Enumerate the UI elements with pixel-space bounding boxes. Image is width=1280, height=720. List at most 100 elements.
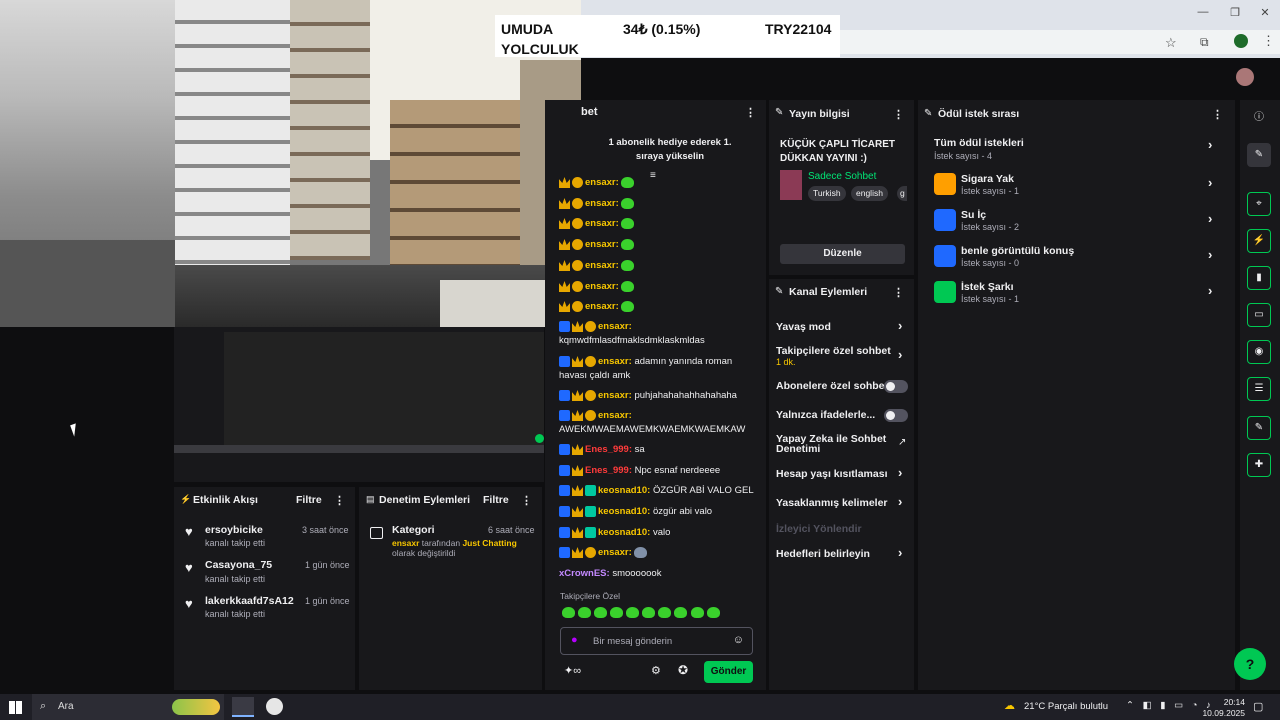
moderation-user[interactable]: ensaxr [392, 538, 419, 548]
chevron-right-icon[interactable]: › [898, 465, 902, 480]
chat-username[interactable]: Enes_999 [585, 465, 629, 476]
menu-icon[interactable]: ⋮ [1262, 33, 1275, 49]
chat-username[interactable]: ensaxr [585, 198, 616, 209]
chat-icon[interactable]: ▭ [1247, 303, 1271, 327]
chat-menu-icon[interactable]: ⋮ [745, 106, 756, 119]
activity-user[interactable]: Casayona_75 [205, 559, 272, 571]
extensions-icon[interactable]: ⧉ [1200, 35, 1209, 50]
subscribers-only-toggle[interactable] [884, 380, 908, 393]
settings-icon[interactable]: ⚙ [651, 664, 661, 677]
address-bar[interactable] [840, 30, 1280, 54]
activity-filter-button[interactable]: Filtre [296, 494, 322, 506]
chat-username[interactable]: xCrownES [559, 568, 607, 579]
chat-username[interactable]: ensaxr [598, 321, 629, 332]
emoji-icon[interactable]: ☺ [733, 634, 744, 646]
profile-avatar[interactable] [1234, 34, 1248, 48]
edit-button[interactable]: Düzenle [780, 244, 905, 264]
chat-username[interactable]: keosnad10 [598, 527, 647, 538]
layout-icon[interactable]: ☰ [1247, 377, 1271, 401]
add-action-icon[interactable]: ✚ [1247, 453, 1271, 477]
chevron-right-icon[interactable]: › [898, 347, 902, 362]
reward-label[interactable]: Sigara Yak [961, 173, 1014, 185]
chat-username[interactable]: ensaxr [585, 260, 616, 271]
chat-message: ensaxr: [559, 259, 759, 273]
moderation-menu-icon[interactable]: ⋮ [521, 494, 532, 507]
tools-icon[interactable]: ✎ [1247, 416, 1271, 440]
chat-username[interactable]: ensaxr [598, 356, 629, 367]
chat-username[interactable]: ensaxr [585, 177, 616, 188]
external-link-icon[interactable]: ↗ [898, 437, 906, 448]
clip-icon[interactable]: ⌖ [1247, 192, 1271, 216]
edit-icon[interactable]: ✎ [1247, 143, 1271, 167]
chevron-right-icon[interactable]: › [898, 494, 902, 509]
reward-label[interactable]: İstek Şarkı [961, 281, 1014, 293]
reward-label[interactable]: Su İç [961, 209, 986, 221]
marker-icon[interactable]: ▮ [1247, 266, 1271, 290]
star-icon[interactable]: ☆ [1165, 35, 1177, 51]
stream-info-menu-icon[interactable]: ⋮ [893, 108, 904, 121]
emote-only-toggle[interactable] [884, 409, 908, 422]
clock-date[interactable]: 10.09.2025 [1195, 708, 1245, 718]
windows-start-icon[interactable] [9, 701, 22, 714]
slow-mode-label[interactable]: Yavaş mod [776, 321, 831, 333]
chevron-right-icon[interactable]: › [1208, 175, 1212, 190]
mic-icon[interactable]: ● [571, 634, 578, 646]
account-age-label[interactable]: Hesap yaşı kısıtlaması [776, 468, 888, 480]
chevron-right-icon[interactable]: › [898, 318, 902, 333]
chat-username[interactable]: keosnad10 [598, 485, 647, 496]
weather-text[interactable]: 21°C Parçalı bulutlu [1024, 701, 1108, 712]
moderation-filter-button[interactable]: Filtre [483, 494, 509, 506]
chat-input[interactable]: ● Bir mesaj gönderin ☺ [560, 627, 753, 655]
stream-title: KÜÇÜK ÇAPLI TİCARET DÜKKAN YAYINI :) [780, 139, 895, 164]
clock-time[interactable]: 20:14 [1205, 697, 1245, 707]
moderation-category[interactable]: Just Chatting [462, 538, 516, 548]
chat-username[interactable]: ensaxr [598, 390, 629, 401]
chrome-taskbar-icon[interactable] [232, 697, 254, 717]
tag-turkish[interactable]: Turkish [808, 186, 846, 201]
activity-user[interactable]: ersoybicike [205, 524, 263, 536]
channel-actions-menu-icon[interactable]: ⋮ [893, 286, 904, 299]
chevron-right-icon[interactable]: › [1208, 247, 1212, 262]
chat-username[interactable]: ensaxr [598, 547, 629, 558]
category-name[interactable]: Sadece Sohbet [808, 171, 876, 182]
chat-username[interactable]: Enes_999 [585, 444, 629, 455]
info-icon[interactable]: ⓘ [1247, 106, 1271, 130]
minimize-icon[interactable]: — [1188, 6, 1218, 20]
ai-moderation-label[interactable]: Yapay Zeka ile Sohbet Denetimi [776, 434, 891, 455]
activity-user[interactable]: lakerkkaafd7sA12 [205, 595, 294, 607]
broadcast-icon[interactable]: ◉ [1247, 340, 1271, 364]
tag-english[interactable]: english [851, 186, 888, 201]
reward-label[interactable]: benle görüntülü konuş [961, 245, 1074, 257]
chevron-right-icon[interactable]: › [1208, 283, 1212, 298]
emote-bar[interactable] [562, 606, 752, 620]
chat-username[interactable]: keosnad10 [598, 506, 647, 517]
chat-username[interactable]: ensaxr [585, 301, 616, 312]
blocked-terms-label[interactable]: Yasaklanmış kelimeler [776, 497, 888, 509]
chevron-right-icon[interactable]: › [1208, 137, 1212, 152]
notification-icon[interactable]: ▢ [1253, 700, 1263, 713]
goals-label[interactable]: Hedefleri belirleyin [776, 548, 870, 560]
chevron-right-icon[interactable]: › [898, 545, 902, 560]
chevron-right-icon[interactable]: › [1208, 211, 1212, 226]
bits-icon[interactable]: ✪ [678, 663, 688, 677]
all-requests-label[interactable]: Tüm ödül istekleri [934, 137, 1024, 149]
followers-only-chat-label[interactable]: Takipçilere özel sohbet [776, 345, 891, 357]
reward-menu-icon[interactable]: ⋮ [1212, 108, 1223, 121]
activity-menu-icon[interactable]: ⋮ [334, 494, 345, 507]
gift-banner[interactable]: 1 abonelik hediye ederek 1. sıraya yükse… [595, 136, 745, 164]
lightning-icon: ⚡ [180, 494, 192, 504]
taskbar-search[interactable]: ⌕ Ara [32, 694, 224, 720]
close-icon[interactable]: ✕ [1250, 6, 1280, 20]
chat-username[interactable]: ensaxr [598, 410, 629, 421]
chat-username[interactable]: ensaxr [585, 281, 616, 292]
send-button[interactable]: Gönder [704, 661, 753, 683]
help-button[interactable]: ? [1234, 648, 1266, 680]
points-icon[interactable]: ✦∞ [564, 664, 581, 677]
chat-username[interactable]: ensaxr [585, 218, 616, 229]
chat-username[interactable]: ensaxr [585, 239, 616, 250]
ad-icon[interactable]: ⚡ [1247, 229, 1271, 253]
user-avatar[interactable] [1236, 68, 1254, 86]
restore-icon[interactable]: ❐ [1220, 6, 1250, 20]
tag-more[interactable]: g [897, 186, 907, 201]
obs-taskbar-icon[interactable] [266, 698, 283, 715]
